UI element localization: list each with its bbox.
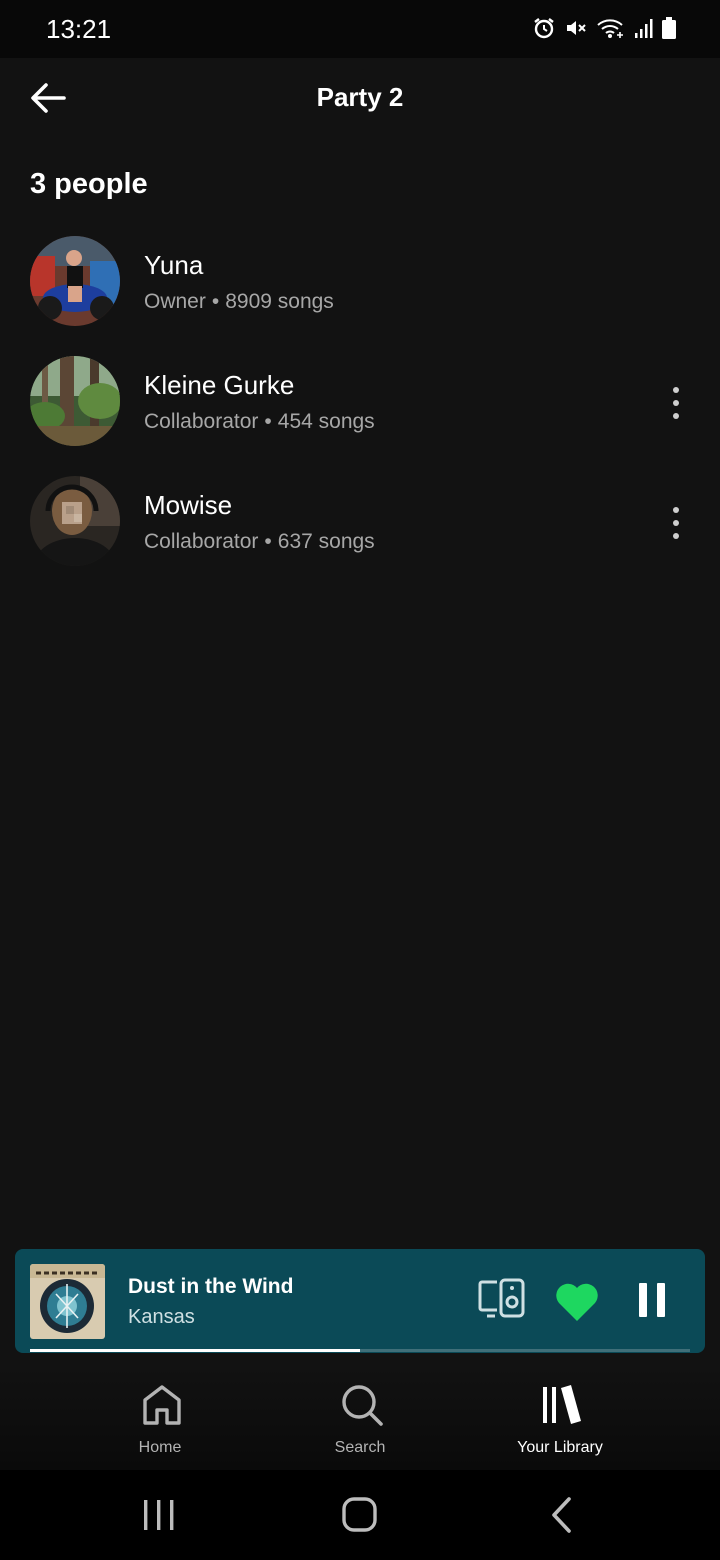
member-role: Collaborator <box>144 530 259 553</box>
member-song-count: 637 songs <box>277 530 375 553</box>
member-row-mowise[interactable]: Mowise Collaborator • 637 songs <box>0 470 720 590</box>
mute-icon <box>564 16 588 40</box>
more-options-button[interactable] <box>658 496 694 550</box>
wifi-icon <box>596 16 626 40</box>
member-meta: Collaborator • 637 songs <box>144 530 375 554</box>
system-home-button[interactable] <box>335 1492 385 1538</box>
meta-separator: • <box>264 530 272 553</box>
nav-search[interactable]: Search <box>260 1383 460 1463</box>
nav-search-label: Search <box>334 1439 386 1456</box>
member-song-count: 8909 songs <box>225 290 334 313</box>
playback-progress-fill <box>30 1349 360 1352</box>
home-circle-icon <box>342 1497 377 1532</box>
member-name: Kleine Gurke <box>144 370 295 400</box>
track-artist: Kansas <box>128 1306 195 1328</box>
status-bar: 13:21 <box>0 0 720 58</box>
signal-icon <box>634 17 654 39</box>
member-name: Yuna <box>144 250 204 280</box>
status-icons <box>532 16 676 40</box>
bottom-nav: Home Search Your Library <box>0 1365 720 1470</box>
like-button[interactable] <box>553 1278 601 1324</box>
playback-progress[interactable] <box>30 1349 690 1352</box>
member-song-count: 454 songs <box>277 410 375 433</box>
more-options-button[interactable] <box>658 376 694 430</box>
nav-your-library-label: Your Library <box>517 1439 603 1456</box>
devices-icon <box>478 1278 525 1318</box>
people-count-heading: 3 people <box>30 168 148 200</box>
meta-separator: • <box>264 410 272 433</box>
avatar[interactable] <box>30 236 120 326</box>
nav-your-library[interactable]: Your Library <box>460 1383 660 1463</box>
status-time: 13:21 <box>46 14 112 44</box>
page-title: Party 2 <box>316 82 404 112</box>
member-role: Owner <box>144 290 206 313</box>
track-title: Dust in the Wind <box>128 1275 294 1298</box>
heart-icon <box>556 1283 598 1321</box>
library-icon <box>543 1385 581 1424</box>
avatar[interactable] <box>30 356 120 446</box>
nav-home-label: Home <box>138 1439 182 1456</box>
member-row-kleine-gurke[interactable]: Kleine Gurke Collaborator • 454 songs <box>0 350 720 470</box>
nav-home[interactable]: Home <box>60 1383 260 1463</box>
system-nav-bar <box>0 1470 720 1560</box>
system-back-button[interactable] <box>537 1492 587 1538</box>
member-row-yuna[interactable]: Yuna Owner • 8909 songs <box>0 230 720 350</box>
member-meta: Owner • 8909 songs <box>144 290 334 314</box>
connect-device-button[interactable] <box>477 1277 527 1323</box>
back-chevron-icon <box>552 1497 571 1533</box>
pause-icon <box>639 1283 665 1317</box>
battery-icon <box>662 17 676 39</box>
member-meta: Collaborator • 454 songs <box>144 410 375 434</box>
search-icon <box>342 1385 383 1426</box>
member-role: Collaborator <box>144 410 259 433</box>
header: Party 2 <box>0 58 720 138</box>
avatar[interactable] <box>30 476 120 566</box>
album-art <box>30 1264 105 1339</box>
pause-button[interactable] <box>633 1281 673 1321</box>
mini-player[interactable]: Dust in the Wind Kansas <box>15 1249 705 1353</box>
home-icon <box>143 1385 181 1425</box>
member-list: Yuna Owner • 8909 songs Kleine Gurke Colla… <box>0 230 720 590</box>
alarm-icon <box>532 16 556 40</box>
member-name: Mowise <box>144 490 233 520</box>
recents-icon <box>144 1500 174 1530</box>
meta-separator: • <box>211 290 220 313</box>
recents-button[interactable] <box>134 1492 184 1538</box>
